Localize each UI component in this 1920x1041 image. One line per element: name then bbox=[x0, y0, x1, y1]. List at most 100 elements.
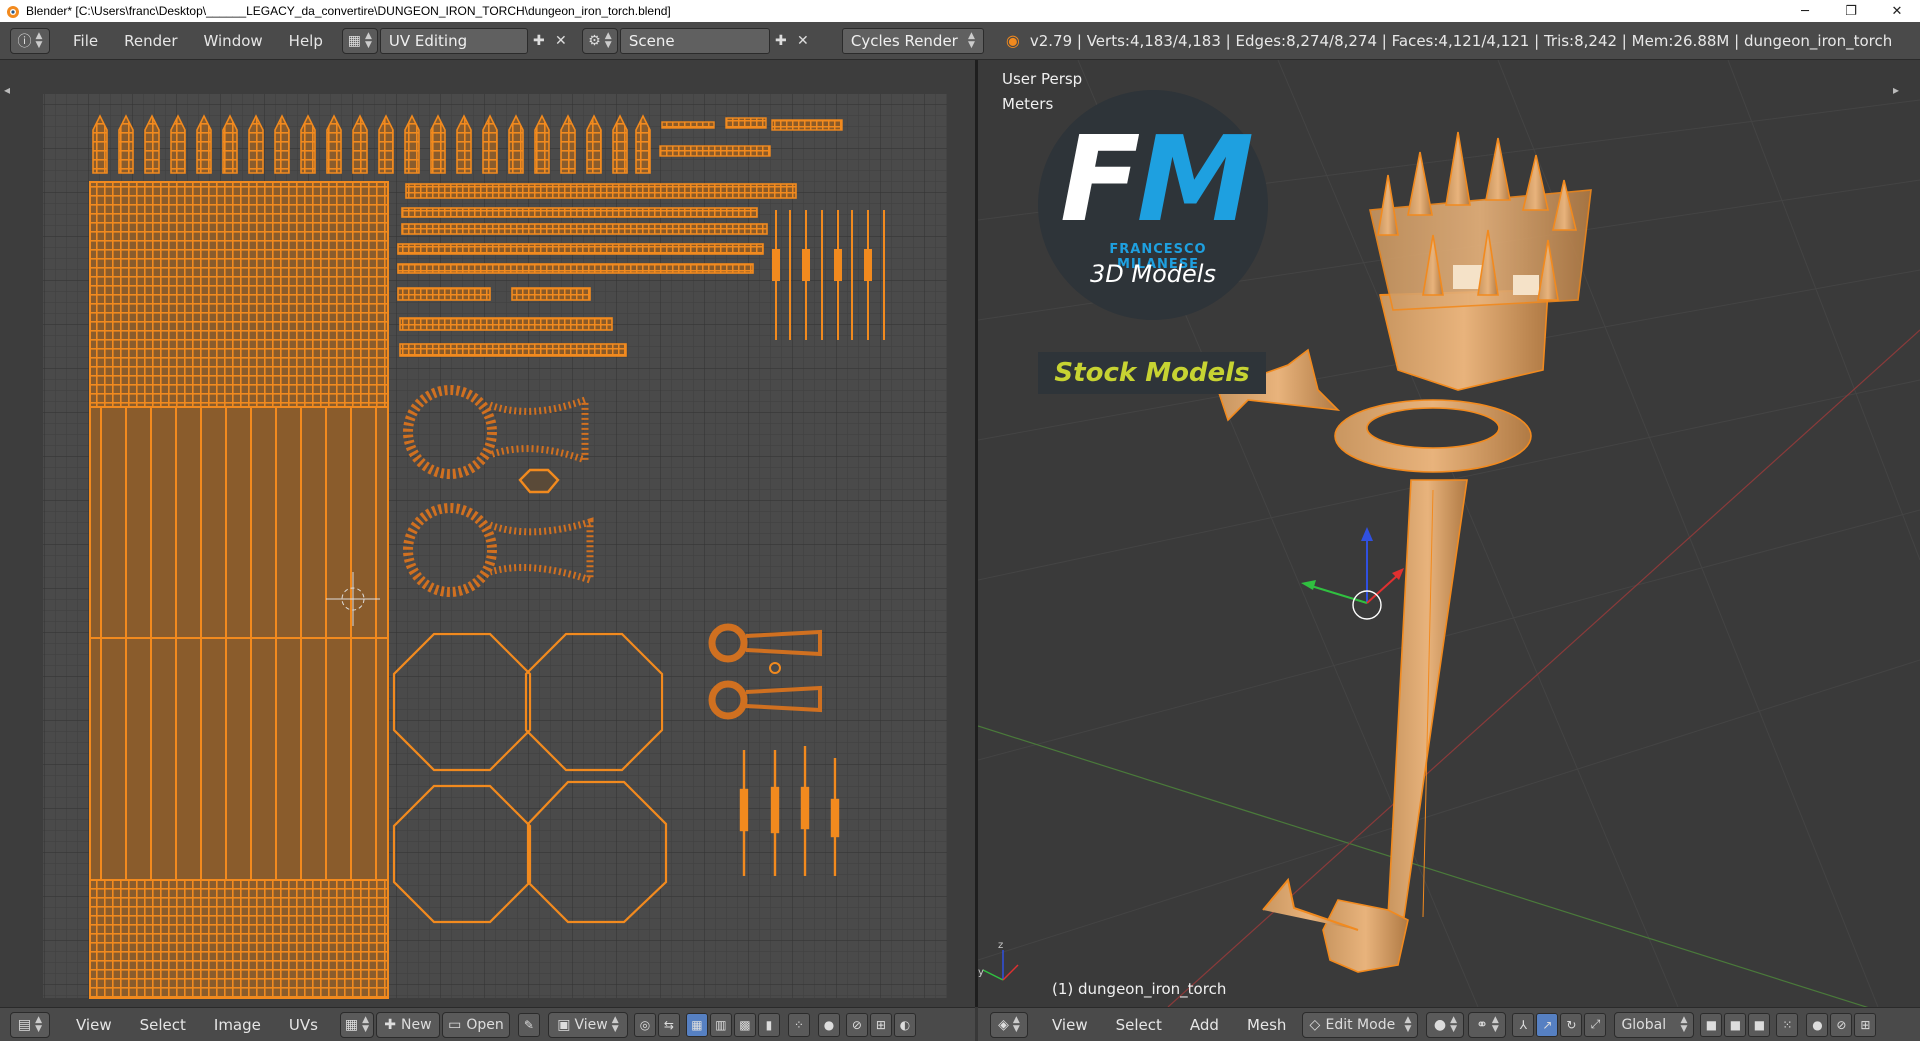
menu-select[interactable]: Select bbox=[1102, 1016, 1176, 1034]
translate-manipulator-icon[interactable]: ↗ bbox=[1536, 1012, 1559, 1037]
layer-icon[interactable]: ■ bbox=[1748, 1012, 1771, 1037]
uv-strip bbox=[397, 287, 491, 301]
logo-subtitle: 3D Models bbox=[1090, 260, 1216, 288]
sync-selection-icon[interactable]: ⇆ bbox=[657, 1012, 680, 1037]
transform-orientation-select[interactable]: Global ▲ ▼ bbox=[1614, 1011, 1695, 1038]
snap-element-icon[interactable]: ⊞ bbox=[1854, 1012, 1877, 1037]
add-screen-icon[interactable]: ✚ bbox=[528, 30, 550, 52]
vertex-select-icon[interactable]: ▦ bbox=[685, 1012, 708, 1037]
menu-view[interactable]: View bbox=[62, 1016, 126, 1034]
editor-type-info-button[interactable]: ⓘ ▲ ▼ bbox=[10, 27, 50, 54]
editor-type-image-button[interactable]: ▤ ▲ ▼ bbox=[10, 1011, 50, 1038]
svg-text:z: z bbox=[998, 940, 1003, 951]
face-select-icon[interactable]: ▩ bbox=[733, 1012, 756, 1037]
updown-icon: ▲ ▼ bbox=[967, 30, 975, 50]
screen-layout-browse-button[interactable]: ▦ ▲ ▼ bbox=[341, 27, 378, 54]
udim-icon[interactable]: ◐ bbox=[893, 1012, 916, 1037]
minimize-button[interactable]: ─ bbox=[1782, 0, 1828, 22]
menu-uvs[interactable]: UVs bbox=[275, 1016, 332, 1034]
updown-icon: ▲ ▼ bbox=[35, 1014, 43, 1034]
pivot-icon[interactable]: ◎ bbox=[633, 1012, 656, 1037]
logo-fm-mark: FM bbox=[1060, 110, 1254, 248]
watermark-logo: FM FRANCESCO MILANESE 3D Models Stock Mo… bbox=[1038, 90, 1278, 400]
proportional-edit-icon[interactable]: ● bbox=[817, 1012, 840, 1037]
manipulator-toggle-icon[interactable]: ⅄ bbox=[1512, 1012, 1535, 1037]
layer-icon[interactable]: ■ bbox=[1724, 1012, 1747, 1037]
menu-mesh[interactable]: Mesh bbox=[1233, 1016, 1301, 1034]
view-mode-label: View bbox=[574, 1016, 608, 1033]
plus-icon: ✚ bbox=[384, 1016, 397, 1033]
region-toggle-icon[interactable]: ◂ bbox=[4, 83, 10, 97]
solid-shading-icon: ● bbox=[1433, 1016, 1447, 1033]
updown-icon: ▲ ▼ bbox=[1491, 1014, 1499, 1034]
image-browse-button[interactable]: ▦ ▲ ▼ bbox=[339, 1011, 374, 1038]
screen-layout-field[interactable]: UV Editing bbox=[379, 27, 528, 54]
new-image-button[interactable]: ✚ New bbox=[375, 1011, 440, 1038]
menu-image[interactable]: Image bbox=[200, 1016, 275, 1034]
rotate-manipulator-icon[interactable]: ↻ bbox=[1560, 1012, 1583, 1037]
restore-button[interactable]: ❐ bbox=[1828, 0, 1874, 22]
view-mode-icon: ▣ bbox=[557, 1016, 571, 1033]
updown-icon: ▲ ▼ bbox=[611, 1014, 619, 1034]
add-scene-icon[interactable]: ✚ bbox=[770, 30, 792, 52]
screen-layout-name: UV Editing bbox=[388, 31, 468, 50]
pin-image-icon[interactable]: ✎ bbox=[517, 1012, 540, 1037]
window-titlebar: Blender* [C:\Users\franc\Desktop\______L… bbox=[0, 0, 1920, 22]
open-image-button[interactable]: ▭ Open bbox=[441, 1011, 510, 1038]
edge-select-icon[interactable]: ▥ bbox=[709, 1012, 732, 1037]
render-engine-name: Cycles Render bbox=[850, 31, 958, 50]
window-title: Blender* [C:\Users\franc\Desktop\______L… bbox=[26, 4, 671, 18]
scene-statistics: v2.79 | Verts:4,183/4,183 | Edges:8,274/… bbox=[1029, 31, 1893, 50]
svg-text:y: y bbox=[978, 967, 984, 978]
menu-add[interactable]: Add bbox=[1176, 1016, 1233, 1034]
shading-select[interactable]: ● ▲ ▼ bbox=[1426, 1011, 1465, 1038]
view-mode-select[interactable]: ▣ View ▲ ▼ bbox=[547, 1011, 628, 1038]
uv-strip bbox=[401, 223, 768, 235]
island-select-icon[interactable]: ▮ bbox=[757, 1012, 780, 1037]
mode-label: Edit Mode bbox=[1325, 1016, 1396, 1033]
sticky-select-icon[interactable]: ⁘ bbox=[787, 1012, 810, 1037]
menu-select[interactable]: Select bbox=[126, 1016, 200, 1034]
region-toggle-icon[interactable]: ▸ bbox=[1893, 83, 1899, 97]
logo-stock-banner: Stock Models bbox=[1038, 352, 1266, 394]
uv-strip bbox=[399, 317, 613, 331]
uv-strip bbox=[405, 183, 797, 199]
uv-block-lower bbox=[89, 879, 389, 999]
menu-window[interactable]: Window bbox=[191, 32, 276, 50]
image-editor-icon: ▤ bbox=[17, 1016, 32, 1033]
menu-render[interactable]: Render bbox=[111, 32, 190, 50]
menu-view[interactable]: View bbox=[1038, 1016, 1102, 1034]
vertex-select-icon[interactable]: ⁙ bbox=[1776, 1012, 1799, 1037]
edit-mode-icon: ◇ bbox=[1309, 1016, 1321, 1033]
updown-icon: ▲ ▼ bbox=[1404, 1014, 1412, 1034]
snap-icon[interactable]: ⊘ bbox=[845, 1012, 868, 1037]
scene-field[interactable]: Scene bbox=[619, 27, 770, 54]
uv-image-editor[interactable]: ◂ bbox=[0, 60, 975, 1007]
mode-select[interactable]: ◇ Edit Mode ▲ ▼ bbox=[1302, 1011, 1419, 1038]
menu-help[interactable]: Help bbox=[276, 32, 336, 50]
updown-icon: ▲ ▼ bbox=[1450, 1014, 1457, 1034]
uv-strip bbox=[661, 121, 715, 129]
uv-canvas[interactable]: ◂ bbox=[0, 60, 975, 1007]
uv-block-upper bbox=[89, 181, 389, 408]
editor-type-3d-button[interactable]: ◈ ▲ ▼ bbox=[990, 1011, 1028, 1038]
viewport-header: ◈ ▲ ▼ View Select Add Mesh ◇ Edit Mode ▲ ▼ ● ▲… bbox=[978, 1007, 1920, 1041]
pivot-select[interactable]: ⚭ ▲ ▼ bbox=[1468, 1011, 1507, 1038]
snap-icon[interactable]: ⊘ bbox=[1830, 1012, 1853, 1037]
render-engine-select[interactable]: Cycles Render ▲ ▼ bbox=[841, 27, 984, 54]
scale-manipulator-icon[interactable]: ⤢ bbox=[1584, 1012, 1607, 1037]
remove-screen-icon[interactable]: ✕ bbox=[550, 30, 572, 52]
uv-editor-header: ▤ ▲ ▼ View Select Image UVs ▦ ▲ ▼ ✚ New ▭ Open… bbox=[0, 1007, 975, 1041]
proportional-edit-icon[interactable]: ● bbox=[1806, 1012, 1829, 1037]
close-window-button[interactable]: ✕ bbox=[1874, 0, 1920, 22]
uv-strip bbox=[725, 117, 767, 129]
remove-scene-icon[interactable]: ✕ bbox=[792, 30, 814, 52]
scene-browse-button[interactable]: ⚙ ▲ ▼ bbox=[581, 27, 618, 54]
scene-name: Scene bbox=[628, 31, 675, 50]
3d-viewport[interactable]: z y ▸ User Persp Meters (1) dungeon_iron… bbox=[978, 60, 1920, 1007]
layer-icon[interactable]: ■ bbox=[1700, 1012, 1723, 1037]
cube-icon: ◈ bbox=[998, 1016, 1009, 1033]
menu-file[interactable]: File bbox=[60, 32, 111, 50]
open-image-label: Open bbox=[466, 1016, 504, 1033]
snap-target-icon[interactable]: ⊞ bbox=[869, 1012, 892, 1037]
